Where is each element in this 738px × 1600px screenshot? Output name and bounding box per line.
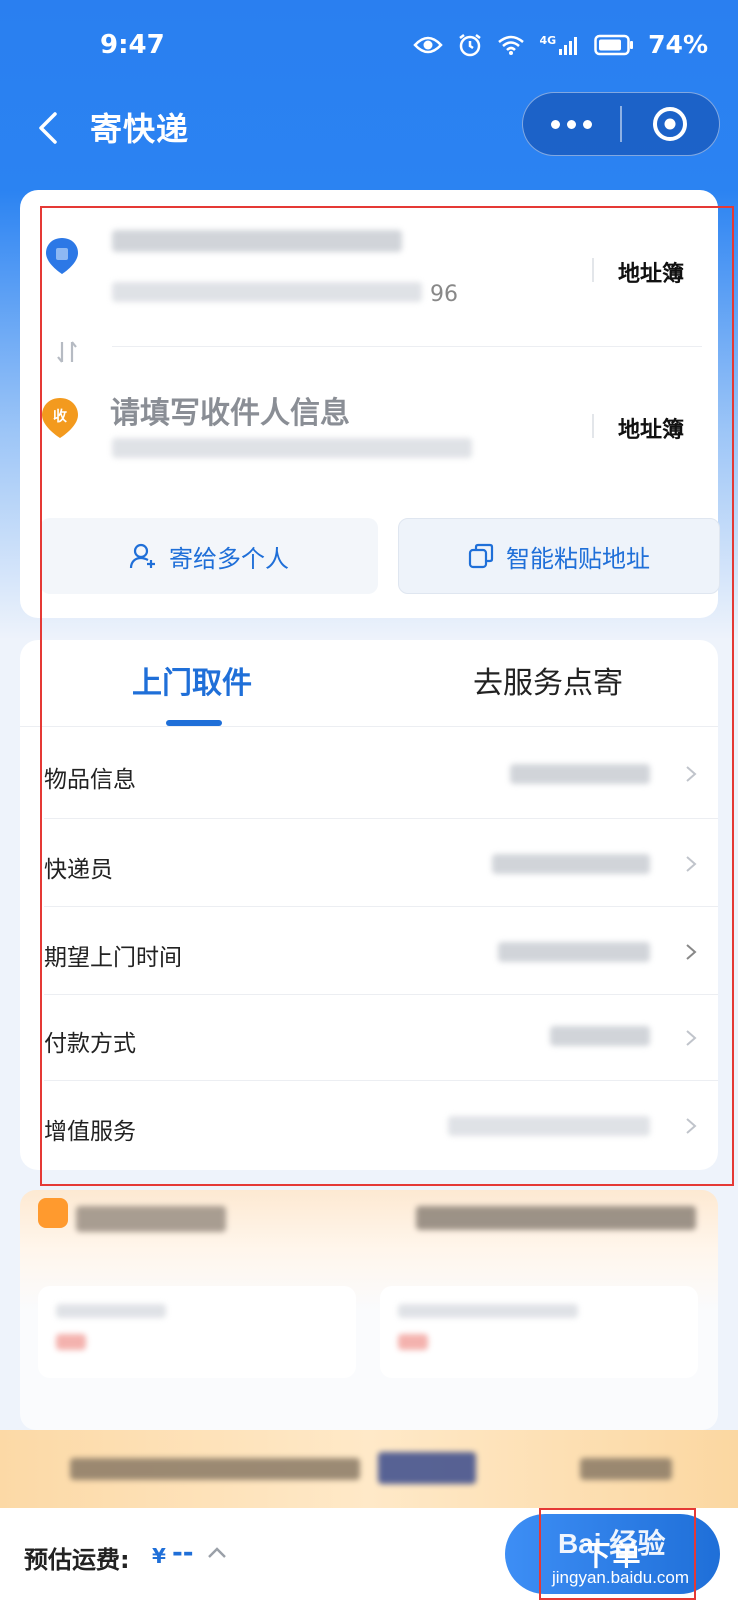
separator [592, 414, 594, 438]
pickup-time-row[interactable]: 期望上门时间 [20, 908, 718, 996]
sender-address-book-button[interactable]: 地址簿 [618, 256, 684, 288]
chevron-right-icon [686, 856, 697, 872]
smart-paste-label: 智能粘贴地址 [506, 544, 650, 573]
tab-door-pickup[interactable]: 上门取件 [132, 658, 252, 702]
courier-label: 快递员 [44, 857, 113, 883]
status-time: 9:47 [100, 30, 165, 60]
tabs-divider [20, 726, 718, 727]
sender-icon [42, 236, 82, 276]
page-title: 寄快递 [90, 110, 190, 148]
copy-icon [468, 543, 494, 569]
back-button[interactable] [28, 106, 68, 150]
recommend-tag-icon [38, 1198, 68, 1228]
pickup-time-label: 期望上门时间 [44, 945, 182, 971]
row-divider [44, 818, 718, 819]
payment-method-label: 付款方式 [44, 1031, 136, 1057]
add-person-icon [129, 543, 155, 569]
chevron-right-icon [686, 1030, 697, 1046]
promo-badge [378, 1452, 476, 1484]
chevron-right-icon [686, 766, 697, 782]
address-divider [112, 346, 702, 347]
chevron-right-icon [686, 944, 697, 960]
item-info-row[interactable]: 物品信息 [20, 730, 718, 818]
more-options-button[interactable] [523, 92, 620, 156]
promo-text [70, 1458, 360, 1480]
signal-icon: 4G [539, 34, 580, 56]
battery-icon [594, 34, 634, 56]
watermark-url: jingyan.baidu.com [552, 1568, 690, 1587]
title-bar: 寄快递 [0, 92, 738, 184]
insurance-option-text [398, 1304, 578, 1318]
row-divider [44, 906, 718, 907]
promo-banner[interactable] [0, 1430, 738, 1508]
receiver-address-book-button[interactable]: 地址簿 [618, 412, 684, 444]
sender-address-suffix: 96 [430, 282, 458, 307]
alarm-icon [457, 32, 483, 58]
sender-address [112, 282, 422, 302]
address-card: 96 地址簿 收 请填写收件人信息 地址簿 寄给多个人 智能粘贴地址 [20, 190, 720, 618]
chevron-right-icon [686, 1118, 697, 1134]
smart-paste-address-button[interactable]: 智能粘贴地址 [398, 518, 720, 594]
estimated-fee-value: -- [172, 1538, 194, 1568]
receiver-icon: 收 [40, 398, 80, 438]
status-icons: 4G 74% [413, 30, 708, 59]
item-info-value [510, 764, 650, 784]
courier-value [492, 854, 650, 874]
wifi-icon [497, 34, 525, 56]
swap-icon[interactable] [52, 337, 82, 367]
sender-name-phone [112, 230, 402, 252]
pickup-time-value [498, 942, 650, 962]
recommend-title [76, 1206, 226, 1232]
battery-percentage: 74% [648, 30, 708, 59]
separator [592, 258, 594, 282]
target-close-icon [653, 107, 688, 141]
insurance-option[interactable] [38, 1286, 356, 1378]
payment-method-value [550, 1026, 650, 1046]
insurance-option[interactable] [380, 1286, 698, 1378]
eye-icon [413, 35, 444, 55]
estimated-fee-label: 预估运费: [24, 1546, 130, 1574]
network-type: 4G [539, 33, 557, 47]
payment-method-row[interactable]: 付款方式 [20, 994, 718, 1082]
back-arrow-icon [39, 112, 57, 144]
receiver-address-hint [112, 438, 472, 458]
close-miniprogram-button[interactable] [622, 92, 719, 156]
status-bar: 9:47 4G 74% [0, 0, 738, 92]
watermark-brand: Bai 经验 [558, 1528, 666, 1559]
chevron-up-icon[interactable] [206, 1546, 228, 1560]
service-card: 上门取件 去服务点寄 物品信息 快递员 期望上门时间 付款方式 增值服务 [20, 640, 718, 1170]
value-added-service-row[interactable]: 增值服务 [20, 1082, 718, 1170]
item-info-label: 物品信息 [44, 767, 136, 793]
miniprogram-capsule [522, 92, 720, 156]
recommended-insurance-card [20, 1190, 718, 1430]
send-to-multiple-label: 寄给多个人 [169, 544, 289, 573]
insurance-option-tag [398, 1334, 428, 1350]
promo-link [580, 1458, 672, 1480]
courier-row[interactable]: 快递员 [20, 820, 718, 908]
fee-currency: ¥ [152, 1544, 166, 1568]
recommend-subtitle [416, 1206, 696, 1230]
receiver-placeholder[interactable]: 请填写收件人信息 [110, 388, 350, 432]
send-to-multiple-button[interactable]: 寄给多个人 [40, 518, 378, 594]
row-divider [44, 1080, 718, 1081]
tab-service-point[interactable]: 去服务点寄 [473, 658, 623, 702]
value-added-service-label: 增值服务 [44, 1119, 136, 1145]
more-dots-icon [551, 119, 561, 129]
insurance-option-text [56, 1304, 166, 1318]
receiver-badge-text: 收 [53, 408, 68, 425]
insurance-option-tag [56, 1334, 86, 1350]
value-added-service-value [448, 1116, 650, 1136]
